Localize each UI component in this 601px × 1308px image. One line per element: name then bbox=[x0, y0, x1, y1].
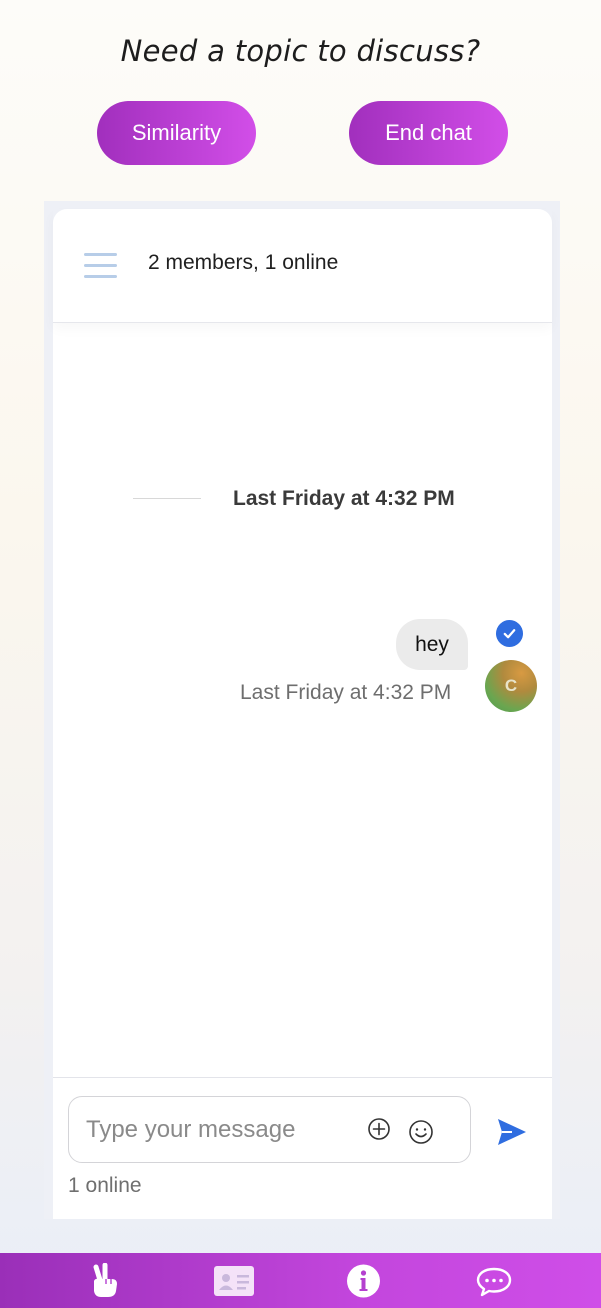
date-separator: Last Friday at 4:32 PM bbox=[233, 487, 455, 510]
date-divider-line bbox=[133, 498, 201, 499]
message-bubble[interactable]: hey bbox=[396, 619, 468, 670]
menu-icon[interactable] bbox=[84, 253, 117, 278]
send-icon[interactable] bbox=[496, 1117, 528, 1147]
chat-window: 2 members, 1 online Last Friday at 4:32 … bbox=[53, 209, 552, 1219]
message-input[interactable] bbox=[86, 1111, 356, 1149]
online-status: 1 online bbox=[68, 1174, 142, 1197]
info-icon[interactable] bbox=[346, 1263, 381, 1299]
composer-divider bbox=[53, 1077, 552, 1078]
similarity-button[interactable]: Similarity bbox=[97, 101, 256, 165]
chat-bubble-icon[interactable] bbox=[475, 1263, 513, 1299]
avatar[interactable]: C bbox=[485, 660, 537, 712]
message-composer bbox=[68, 1096, 471, 1163]
emoji-icon[interactable] bbox=[408, 1119, 434, 1145]
hand-peace-icon[interactable] bbox=[86, 1263, 122, 1299]
chat-header: 2 members, 1 online bbox=[53, 209, 552, 323]
end-chat-button[interactable]: End chat bbox=[349, 101, 508, 165]
id-card-icon[interactable] bbox=[213, 1263, 255, 1299]
topic-prompt: Need a topic to discuss? bbox=[120, 34, 481, 68]
bottom-nav bbox=[0, 1253, 601, 1308]
read-check-icon bbox=[496, 620, 523, 647]
message-timestamp: Last Friday at 4:32 PM bbox=[240, 681, 452, 704]
members-status: 2 members, 1 online bbox=[148, 251, 339, 274]
add-attachment-icon[interactable] bbox=[367, 1117, 391, 1141]
